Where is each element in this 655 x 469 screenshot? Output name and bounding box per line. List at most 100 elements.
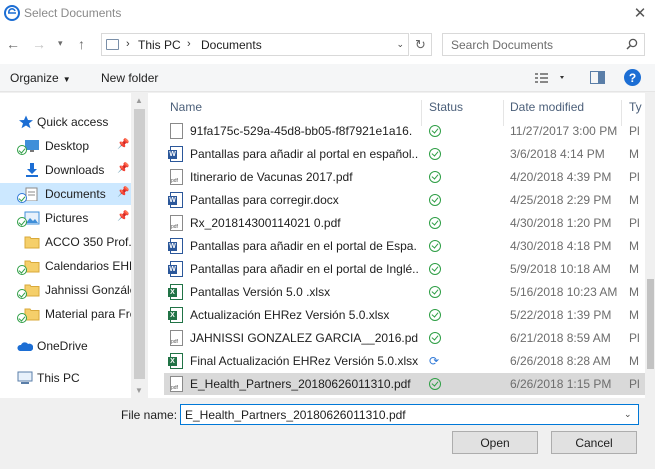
file-row[interactable]: Pantallas para añadir al portal en españ… <box>164 143 655 165</box>
excel-document-icon <box>168 284 183 300</box>
pin-icon: 📌 <box>117 211 130 222</box>
nav-label: Material para Fre <box>45 307 131 321</box>
file-date-modified: 4/25/2018 2:29 PM <box>510 193 612 207</box>
refresh-icon: ↻ <box>415 36 426 52</box>
available-status-icon <box>429 378 441 390</box>
nav-item-downloads[interactable]: Downloads 📌 <box>0 159 131 181</box>
search-box[interactable]: Search Documents <box>442 33 645 56</box>
nav-item-quick-access[interactable]: Quick access <box>0 111 131 133</box>
organize-menu[interactable]: Organize ▼ <box>10 71 71 85</box>
nav-item-documents[interactable]: Documents 📌 <box>0 183 131 205</box>
available-status-icon <box>429 309 441 321</box>
column-header-date-modified[interactable]: Date modified <box>510 100 584 114</box>
star-icon <box>19 115 33 129</box>
close-button[interactable]: ✕ <box>625 0 655 26</box>
nav-label: Downloads <box>45 163 105 177</box>
scrollbar-thumb[interactable] <box>134 109 145 379</box>
excel-document-icon <box>168 353 183 369</box>
column-header-name[interactable]: Name <box>170 100 202 114</box>
preview-pane-icon[interactable] <box>590 71 605 84</box>
scroll-up-arrow-icon[interactable]: ▲ <box>135 96 143 105</box>
pin-icon: 📌 <box>117 163 130 174</box>
navigation-pane: Quick access Desktop 📌 Downloads 📌 Docum… <box>0 93 131 398</box>
file-type: M <box>629 193 639 207</box>
file-date-modified: 4/30/2018 4:18 PM <box>510 239 612 253</box>
file-row[interactable]: JAHNISSI GONZALEZ GARCIA__2016.pdf 6/21/2… <box>164 327 655 349</box>
file-type: M <box>629 147 639 161</box>
file-name-input[interactable] <box>180 404 639 425</box>
change-view-icon[interactable] <box>534 71 566 85</box>
available-status-icon <box>429 332 441 344</box>
help-icon[interactable]: ? <box>624 69 641 86</box>
file-row[interactable]: Pantallas para corregir.docx 4/25/2018 2:… <box>164 189 655 211</box>
breadcrumb-this-pc[interactable]: This PC <box>138 38 181 52</box>
organize-label: Organize <box>10 71 59 85</box>
file-row[interactable]: 91fa175c-529a-45d8-bb05-f8f7921e1a16. 11/… <box>164 120 655 142</box>
nav-item-this-pc[interactable]: This PC <box>0 367 131 389</box>
column-header-type[interactable]: Ty <box>629 100 642 114</box>
file-date-modified: 6/21/2018 8:59 AM <box>510 331 611 345</box>
available-status-icon <box>429 217 441 229</box>
file-name: E_Health_Partners_20180626011310.pdf <box>190 377 411 391</box>
nav-item-desktop[interactable]: Desktop 📌 <box>0 135 131 157</box>
open-button[interactable]: Open <box>452 431 538 454</box>
up-arrow-icon[interactable]: ↑ <box>78 36 85 52</box>
file-date-modified: 11/27/2017 3:00 PM <box>510 124 618 138</box>
nav-item-pictures[interactable]: Pictures 📌 <box>0 207 131 229</box>
word-document-icon <box>168 146 183 162</box>
syncing-status-icon: ⟳ <box>429 354 440 368</box>
file-type: M <box>629 239 639 253</box>
nav-item-calendarios-ehp[interactable]: Calendarios EHP <box>0 255 131 277</box>
pdf-document-icon <box>170 215 183 231</box>
file-type: M <box>629 354 639 368</box>
search-icon[interactable] <box>626 38 638 50</box>
column-headers: Name Status Date modified Ty <box>148 93 655 126</box>
search-input[interactable]: Search Documents <box>451 38 553 52</box>
nav-item-jahnissi[interactable]: Jahnissi Gonzále <box>0 279 131 301</box>
nav-label: OneDrive <box>37 339 88 353</box>
new-folder-button[interactable]: New folder <box>101 71 158 85</box>
file-row[interactable]: Itinerario de Vacunas 2017.pdf 4/20/2018 … <box>164 166 655 188</box>
forward-arrow-icon[interactable]: → <box>32 36 46 52</box>
file-row[interactable]: Rx_201814300114021 0.pdf 4/30/2018 1:20 P… <box>164 212 655 234</box>
address-dropdown-chevron-icon[interactable]: ⌄ <box>396 39 404 50</box>
cancel-button[interactable]: Cancel <box>551 431 637 454</box>
column-header-status[interactable]: Status <box>429 100 463 114</box>
back-arrow-icon[interactable]: ← <box>6 36 20 52</box>
address-bar[interactable]: › This PC › Documents ⌄ <box>101 33 409 56</box>
file-date-modified: 5/22/2018 1:39 PM <box>510 308 612 322</box>
file-list-scrollbar[interactable] <box>645 93 655 398</box>
file-type: Pl <box>629 377 640 391</box>
file-name: Pantallas para corregir.docx <box>190 193 339 207</box>
sync-status-icon <box>17 313 27 323</box>
file-row[interactable]: E_Health_Partners_20180626011310.pdf 6/26… <box>164 373 655 395</box>
nav-item-material[interactable]: Material para Fre <box>0 303 131 325</box>
file-name-dropdown-chevron-icon[interactable]: ⌄ <box>624 409 632 420</box>
document-icon <box>170 123 183 139</box>
file-name: Pantallas para añadir en el portal de In… <box>190 262 418 276</box>
scrollbar-thumb[interactable] <box>647 279 654 369</box>
refresh-button[interactable]: ↻ <box>410 33 432 56</box>
scroll-down-arrow-icon[interactable]: ▼ <box>135 386 143 395</box>
file-row[interactable]: Final Actualización EHRez Versión 5.0.xl… <box>164 350 655 372</box>
file-row[interactable]: Pantallas para añadir en el portal de Es… <box>164 235 655 257</box>
nav-label: Quick access <box>37 115 109 129</box>
file-row[interactable]: Pantallas para añadir en el portal de In… <box>164 258 655 280</box>
close-icon: ✕ <box>633 5 647 22</box>
file-name: 91fa175c-529a-45d8-bb05-f8f7921e1a16. <box>190 124 413 138</box>
nav-item-onedrive[interactable]: OneDrive <box>0 335 131 357</box>
breadcrumb-documents[interactable]: Documents <box>201 38 262 52</box>
sync-status-icon <box>17 289 27 299</box>
available-status-icon <box>429 194 441 206</box>
nav-item-acco-350[interactable]: ACCO 350 Prof. <box>0 231 131 253</box>
navigation-pane-scrollbar[interactable]: ▲ ▼ <box>131 93 148 398</box>
nav-label: Pictures <box>45 211 89 225</box>
available-status-icon <box>429 125 441 137</box>
file-row[interactable]: Actualización EHRez Versión 5.0.xlsx 5/22… <box>164 304 655 326</box>
file-row[interactable]: Pantallas Versión 5.0 .xlsx 5/16/2018 10:… <box>164 281 655 303</box>
word-document-icon <box>168 238 183 254</box>
file-type: Pl <box>629 170 640 184</box>
nav-label: Documents <box>45 187 106 201</box>
syncing-status-icon <box>17 193 27 203</box>
recent-locations-chevron-icon[interactable]: ▾ <box>58 38 63 49</box>
